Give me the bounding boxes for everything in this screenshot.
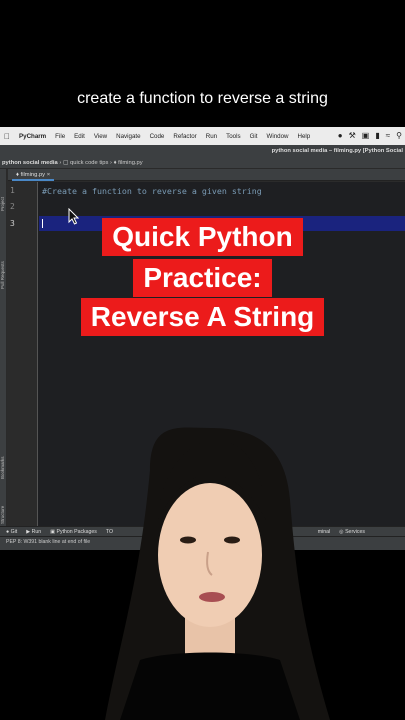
presenter-video <box>105 427 330 720</box>
